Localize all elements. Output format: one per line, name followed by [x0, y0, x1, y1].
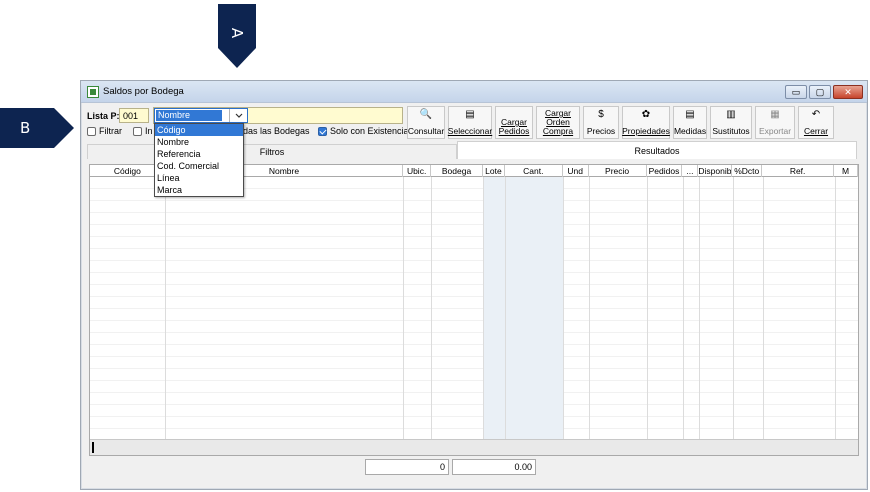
- horizontal-scrollbar[interactable]: [90, 439, 858, 455]
- callout-label-b: B: [20, 119, 31, 137]
- consultar-button[interactable]: 🔍 Consultar: [407, 106, 445, 139]
- toolbar-button-label: Precios: [586, 126, 616, 136]
- cargar-pedidos-button[interactable]: Cargar Pedidos: [495, 106, 533, 139]
- cargar-orden-compra-button[interactable]: Cargar Orden Compra: [536, 106, 580, 139]
- toolbar-button-label: Cerrar: [803, 126, 829, 136]
- cerrar-button[interactable]: ↶ Cerrar: [798, 106, 834, 139]
- column-divider: [589, 177, 590, 439]
- column-divider: [647, 177, 648, 439]
- dropdown-option[interactable]: Código: [155, 124, 243, 136]
- checkbox-box[interactable]: [87, 126, 96, 136]
- checkbox-label: Solo con Existencia: [330, 126, 409, 136]
- column-divider: [683, 177, 684, 439]
- toolbar-button-label: Medidas: [673, 126, 707, 136]
- column-divider: [763, 177, 764, 439]
- grid-row-lines: [90, 177, 858, 439]
- column-divider: [699, 177, 700, 439]
- toolbar-button-label: Propiedades: [622, 126, 670, 136]
- column-header[interactable]: Ref.: [762, 165, 835, 177]
- toolbar-button-label: Cargar Pedidos: [498, 117, 530, 136]
- column-header[interactable]: Lote: [483, 165, 505, 177]
- price-icon: $: [598, 108, 604, 120]
- minimize-button[interactable]: ▭: [785, 85, 807, 99]
- dropdown-option[interactable]: Línea: [155, 172, 243, 184]
- select-icon: ▤: [465, 108, 475, 120]
- column-header[interactable]: M: [834, 165, 858, 177]
- measures-icon: ▤: [685, 108, 695, 120]
- checkbox-box[interactable]: [318, 126, 327, 136]
- checkbox-label: Filtrar: [99, 126, 122, 136]
- scroll-position-mark: [92, 442, 94, 453]
- exportar-button: ▦ Exportar: [755, 106, 795, 139]
- toolbar-button-label: Consultar: [407, 126, 445, 136]
- substitutes-icon: ▥: [726, 108, 736, 120]
- toolbar-button-label: Cargar Orden Compra: [542, 108, 574, 136]
- seleccionar-button[interactable]: ▤ Seleccionar: [448, 106, 492, 139]
- dropdown-option[interactable]: Nombre: [155, 136, 243, 148]
- column-header[interactable]: %Dcto: [732, 165, 763, 177]
- dropdown-option[interactable]: Referencia: [155, 148, 243, 160]
- callout-marker-b: B: [0, 108, 74, 148]
- search-by-selected: Nombre: [156, 110, 222, 121]
- search-by-select[interactable]: Nombre: [154, 108, 248, 123]
- propiedades-button[interactable]: ✿ Propiedades: [622, 106, 670, 139]
- filtrar-checkbox[interactable]: Filtrar: [87, 126, 122, 136]
- sustitutos-button[interactable]: ▥ Sustitutos: [710, 106, 752, 139]
- tab-resultados[interactable]: Resultados: [457, 141, 857, 159]
- lista-label: Lista P:: [87, 111, 120, 121]
- column-header[interactable]: Disponibl: [698, 165, 733, 177]
- in-checkbox[interactable]: In: [133, 126, 153, 136]
- column-divider: [431, 177, 432, 439]
- export-icon: ▦: [770, 108, 780, 120]
- column-divider: [165, 177, 166, 439]
- precios-button[interactable]: $ Precios: [583, 106, 619, 139]
- saldos-window: Saldos por Bodega ▭ ▢ ✕ Lista P: 001 Nom…: [80, 80, 868, 490]
- column-header[interactable]: Cant.: [505, 165, 563, 177]
- column-header[interactable]: Pedidos: [647, 165, 683, 177]
- toolbar-button-label: Seleccionar: [447, 126, 493, 136]
- medidas-button[interactable]: ▤ Medidas: [673, 106, 707, 139]
- dropdown-option[interactable]: Cod. Comercial: [155, 160, 243, 172]
- dropdown-option[interactable]: Marca: [155, 184, 243, 196]
- column-divider: [505, 177, 506, 439]
- search-by-dropdown: Código Nombre Referencia Cod. Comercial Líne…: [154, 123, 244, 197]
- lista-input[interactable]: 001: [119, 108, 149, 123]
- column-divider: [403, 177, 404, 439]
- todas-bodegas-checkbox[interactable]: das las Bodegas: [243, 126, 310, 136]
- properties-icon: ✿: [641, 108, 651, 120]
- window-titlebar[interactable]: Saldos por Bodega ▭ ▢ ✕: [81, 81, 867, 103]
- column-divider: [733, 177, 734, 439]
- checkbox-label: das las Bodegas: [243, 126, 310, 136]
- column-header[interactable]: Und: [563, 165, 589, 177]
- column-header[interactable]: Ubic.: [403, 165, 432, 177]
- callout-marker-a: A: [218, 4, 256, 68]
- total-valor: 0.00: [452, 459, 536, 475]
- chevron-down-icon[interactable]: [229, 109, 247, 122]
- column-header[interactable]: Bodega: [431, 165, 483, 177]
- toolbar: 🔍 Consultar ▤ Seleccionar Cargar Pedidos Carg…: [407, 106, 834, 139]
- checkbox-label: In: [145, 126, 153, 136]
- callout-label-a: A: [228, 27, 246, 39]
- lote-column-band: [484, 177, 564, 439]
- total-cantidad: 0: [365, 459, 449, 475]
- toolbar-button-label: Sustitutos: [712, 126, 750, 136]
- maximize-button[interactable]: ▢: [809, 85, 831, 99]
- column-divider: [835, 177, 836, 439]
- window-title: Saldos por Bodega: [103, 86, 184, 97]
- column-header[interactable]: ...: [682, 165, 699, 177]
- toolbar-button-label: Exportar: [758, 126, 792, 136]
- checkbox-box[interactable]: [133, 126, 142, 136]
- close-window-button[interactable]: ✕: [833, 85, 863, 99]
- grid-body[interactable]: [90, 177, 858, 439]
- column-divider: [563, 177, 564, 439]
- results-grid[interactable]: Código Nombre Ubic. Bodega Lote Cant. Und Preci…: [89, 164, 859, 456]
- undo-icon: ↶: [811, 108, 821, 120]
- tab-filtros[interactable]: Filtros: [87, 144, 457, 159]
- magnifier-icon: 🔍: [419, 108, 433, 120]
- solo-existencia-checkbox[interactable]: Solo con Existencia: [318, 126, 409, 136]
- app-icon: [87, 86, 99, 98]
- column-header[interactable]: Precio: [589, 165, 647, 177]
